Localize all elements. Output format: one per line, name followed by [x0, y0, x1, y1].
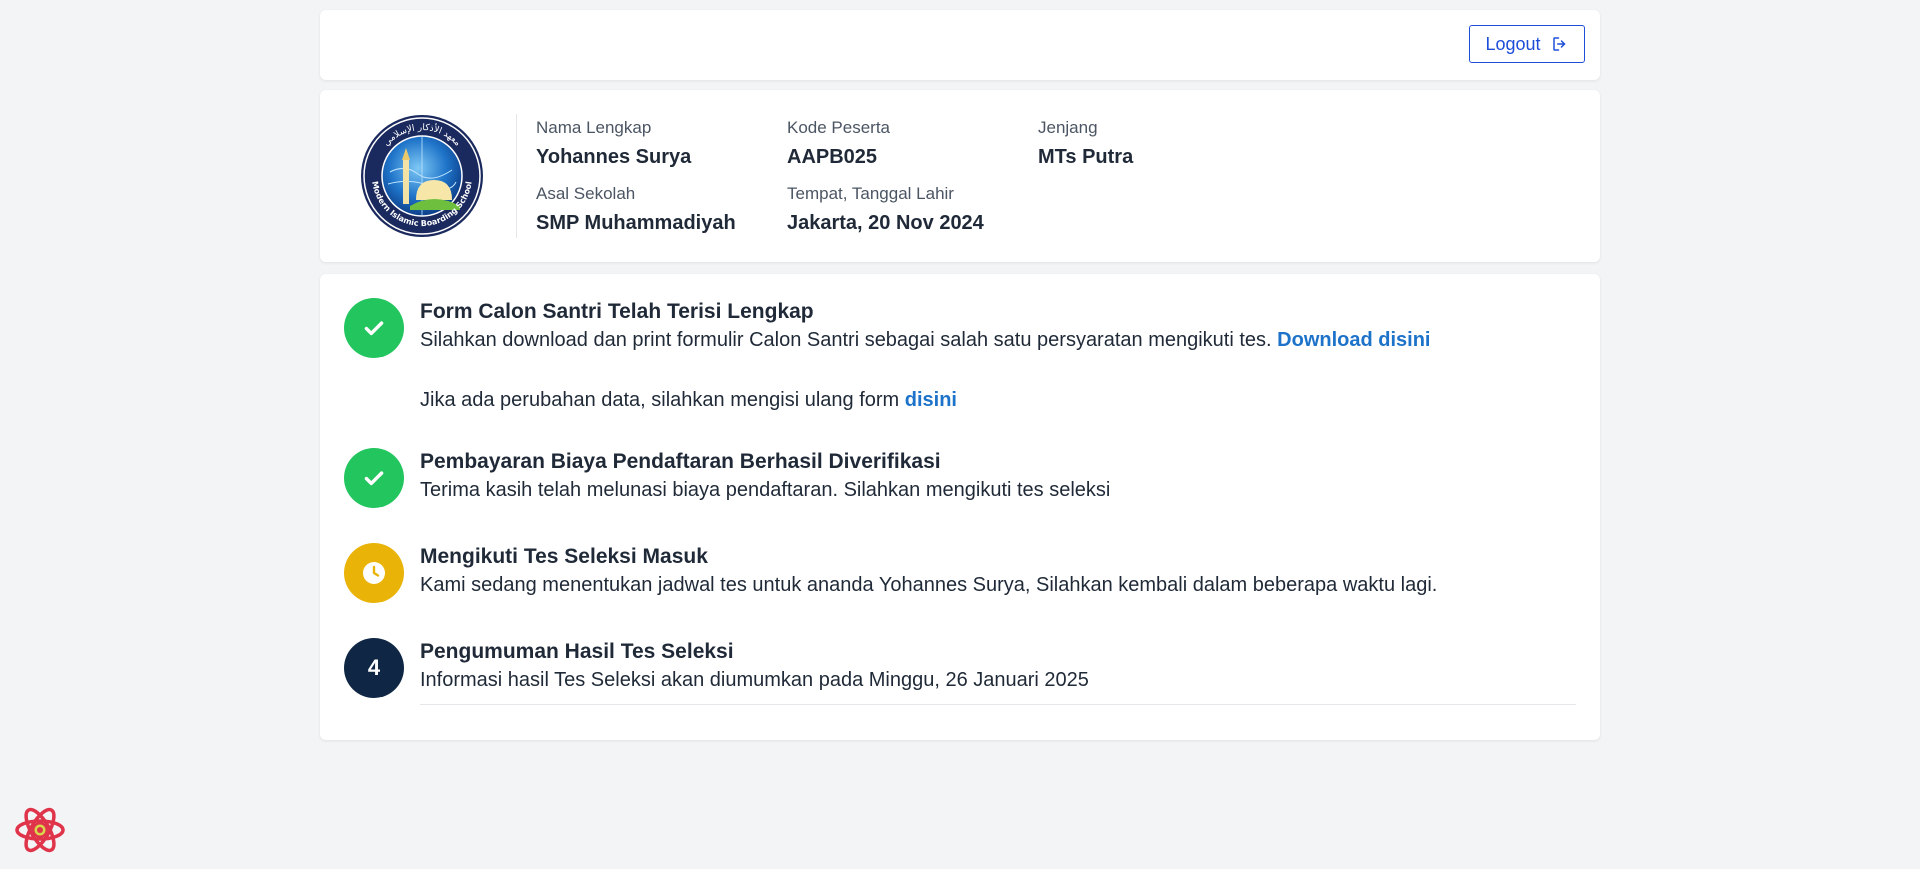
- edit-form-link[interactable]: disini: [905, 389, 957, 411]
- profile-card: معهد الأذكار الإسلامي Modern Islamic Boa…: [320, 90, 1600, 262]
- step-note-text: Jika ada perubahan data, silahkan mengis…: [420, 389, 900, 411]
- profile-divider: [516, 114, 517, 238]
- step-title: Pengumuman Hasil Tes Seleksi: [420, 640, 734, 663]
- field-value: Yohannes Surya: [536, 146, 692, 168]
- step-result-announcement: 4 Pengumuman Hasil Tes Seleksi Informasi…: [344, 638, 1576, 698]
- step-desc: Informasi hasil Tes Seleksi akan diumumk…: [420, 669, 1089, 691]
- step-payment-verified: Pembayaran Biaya Pendaftaran Berhasil Di…: [344, 448, 1576, 508]
- check-icon: [344, 448, 404, 508]
- field-value: AAPB025: [787, 146, 878, 168]
- field-label: Asal Sekolah: [536, 184, 636, 203]
- react-atom-icon[interactable]: [14, 806, 66, 854]
- step-form-complete: Form Calon Santri Telah Terisi Lengkap S…: [344, 298, 1576, 418]
- field-label: Jenjang: [1038, 118, 1098, 137]
- field-label: Tempat, Tanggal Lahir: [787, 184, 954, 203]
- field-nama-lengkap: Nama Lengkap Yohannes Surya: [536, 118, 691, 169]
- step-desc: Silahkan download dan print formulir Cal…: [420, 326, 1576, 354]
- registration-steps-card: Form Calon Santri Telah Terisi Lengkap S…: [320, 274, 1600, 740]
- steps-bottom-divider: [420, 704, 1576, 705]
- step-desc-text: Silahkan download dan print formulir Cal…: [420, 329, 1272, 351]
- logout-icon: [1551, 35, 1569, 53]
- step-number-badge: 4: [344, 638, 404, 698]
- field-value: SMP Muhammadiyah: [536, 212, 736, 234]
- clock-icon: [344, 543, 404, 603]
- step-desc: Kami sedang menentukan jadwal tes untuk …: [420, 574, 1438, 596]
- school-logo: معهد الأذكار الإسلامي Modern Islamic Boa…: [360, 114, 484, 238]
- step-title: Mengikuti Tes Seleksi Masuk: [420, 545, 708, 568]
- field-jenjang: Jenjang MTs Putra: [1038, 118, 1133, 169]
- step-selection-test: Mengikuti Tes Seleksi Masuk Kami sedang …: [344, 543, 1576, 603]
- download-form-link[interactable]: Download disini: [1277, 329, 1430, 351]
- step-title: Form Calon Santri Telah Terisi Lengkap: [420, 300, 814, 323]
- logout-button[interactable]: Logout: [1469, 25, 1585, 63]
- field-tempat-tanggal-lahir: Tempat, Tanggal Lahir Jakarta, 20 Nov 20…: [787, 184, 984, 235]
- field-value: Jakarta, 20 Nov 2024: [787, 212, 984, 234]
- field-value: MTs Putra: [1038, 146, 1134, 168]
- step-desc: Terima kasih telah melunasi biaya pendaf…: [420, 479, 1111, 501]
- field-label: Kode Peserta: [787, 118, 891, 137]
- step-title: Pembayaran Biaya Pendaftaran Berhasil Di…: [420, 450, 941, 473]
- top-bar: Logout: [320, 10, 1600, 80]
- field-asal-sekolah: Asal Sekolah SMP Muhammadiyah: [536, 184, 736, 235]
- check-icon: [344, 298, 404, 358]
- step-note: Jika ada perubahan data, silahkan mengis…: [420, 386, 1576, 414]
- logout-label: Logout: [1485, 33, 1541, 54]
- field-label: Nama Lengkap: [536, 118, 652, 137]
- field-kode-peserta: Kode Peserta AAPB025: [787, 118, 890, 169]
